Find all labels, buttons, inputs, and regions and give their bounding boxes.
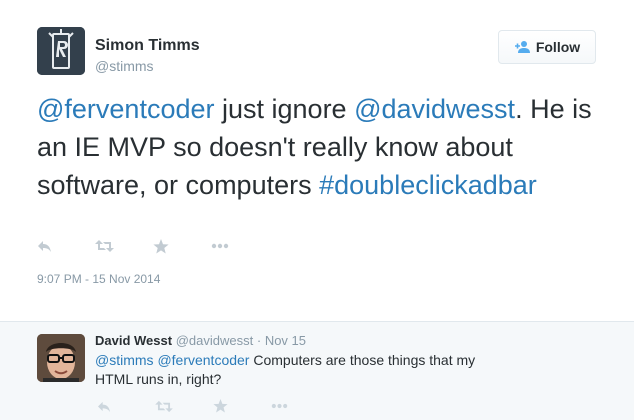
tweet-text: @ferventcoder just ignore @davidwesst. H… bbox=[37, 90, 617, 204]
favorite-button[interactable] bbox=[213, 397, 271, 415]
mention-link[interactable]: @ferventcoder bbox=[37, 94, 215, 124]
tweet-text-part: just ignore bbox=[214, 94, 355, 124]
favorite-icon bbox=[153, 238, 169, 253]
separator-dot: · bbox=[256, 333, 262, 348]
more-icon bbox=[271, 403, 288, 409]
hashtag-link[interactable]: #doubleclickadbar bbox=[319, 170, 537, 200]
retweet-icon bbox=[95, 240, 114, 252]
favorite-button[interactable] bbox=[153, 236, 211, 256]
follow-button[interactable]: Follow bbox=[498, 30, 596, 64]
favorite-icon bbox=[213, 399, 228, 413]
reply-text: @stimms @ferventcoder Computers are thos… bbox=[95, 351, 515, 389]
reply-icon bbox=[98, 401, 111, 412]
reply-avatar[interactable] bbox=[37, 334, 85, 382]
add-user-icon bbox=[514, 41, 530, 53]
reply-author-handle[interactable]: @davidwesst bbox=[176, 333, 254, 348]
retweet-icon bbox=[155, 400, 173, 412]
more-icon bbox=[211, 243, 229, 249]
mention-link[interactable]: @davidwesst bbox=[354, 94, 515, 124]
tweet-actions bbox=[37, 236, 269, 256]
reply-icon bbox=[38, 241, 51, 252]
tweet-timestamp[interactable]: 9:07 PM - 15 Nov 2014 bbox=[37, 272, 160, 286]
reply-actions bbox=[97, 397, 329, 415]
reply-date[interactable]: Nov 15 bbox=[265, 333, 306, 348]
retweet-button[interactable] bbox=[155, 397, 213, 415]
profile-photo-icon bbox=[37, 334, 85, 382]
more-button[interactable] bbox=[271, 397, 329, 415]
main-tweet: Simon Timms @stimms Follow @ferventcoder… bbox=[0, 0, 634, 305]
author-handle[interactable]: @stimms bbox=[95, 58, 154, 74]
author-name[interactable]: Simon Timms bbox=[95, 37, 200, 55]
author-logo-icon bbox=[37, 27, 85, 75]
mention-link[interactable]: @ferventcoder bbox=[157, 352, 249, 368]
reply-button[interactable] bbox=[37, 236, 95, 256]
more-button[interactable] bbox=[211, 236, 269, 256]
reply-author-name[interactable]: David Wesst bbox=[95, 333, 172, 348]
retweet-button[interactable] bbox=[95, 236, 153, 256]
avatar[interactable] bbox=[37, 27, 85, 75]
reply-tweet: David Wesst @davidwesst · Nov 15 @stimms… bbox=[0, 321, 634, 420]
reply-header: David Wesst @davidwesst · Nov 15 bbox=[95, 333, 306, 348]
follow-button-label: Follow bbox=[535, 39, 581, 55]
reply-button[interactable] bbox=[97, 397, 155, 415]
mention-link[interactable]: @stimms bbox=[95, 352, 154, 368]
